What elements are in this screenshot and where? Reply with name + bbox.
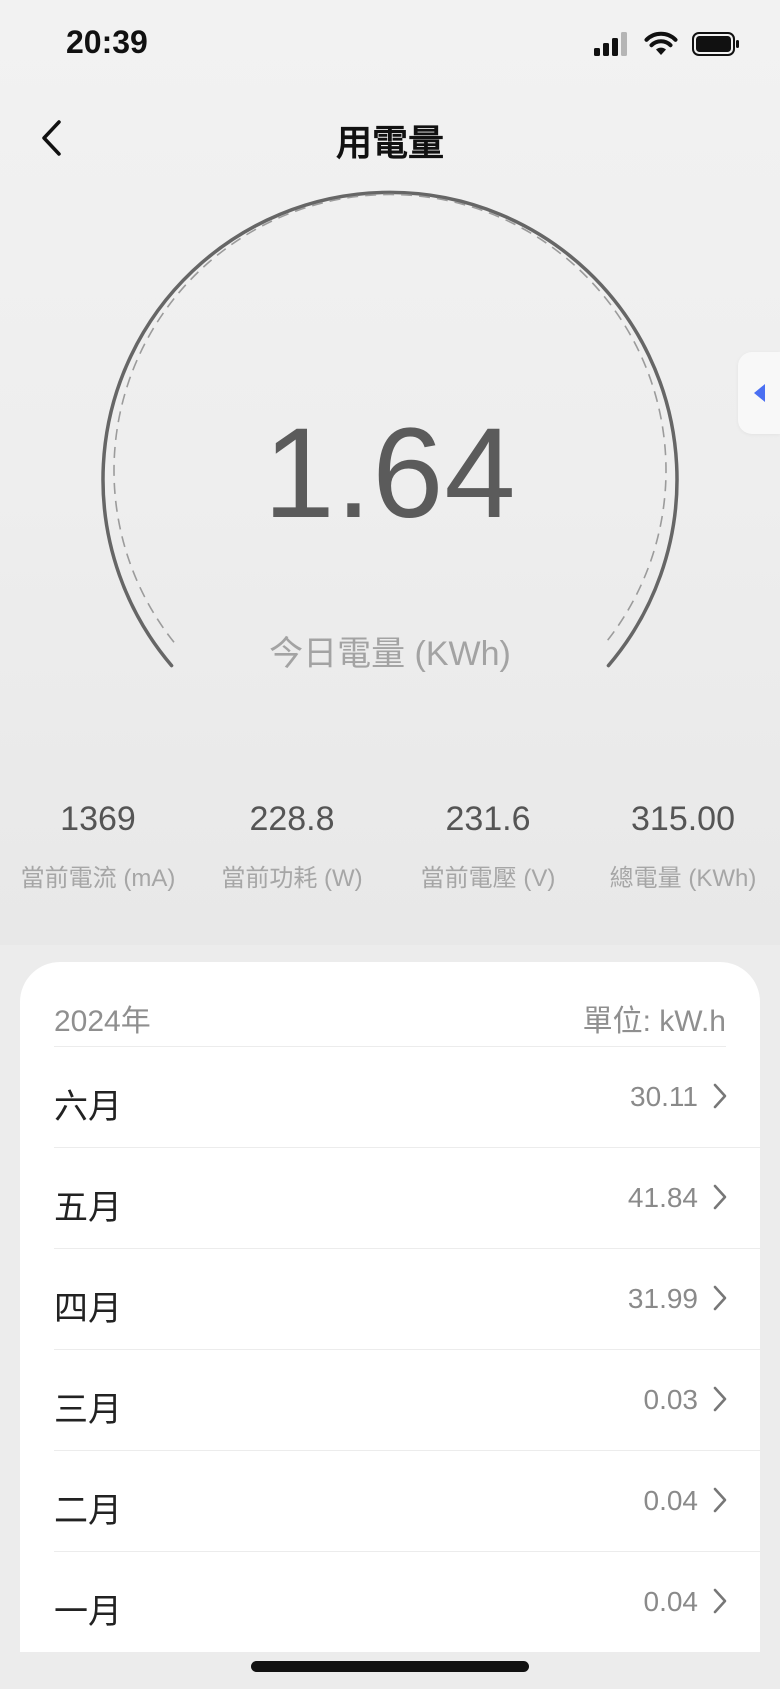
monthly-usage-card: 2024年 單位: kW.h 六月 30.11 五月 41.84 四月 31.9… xyxy=(20,962,760,1652)
month-row[interactable]: 二月 0.04 xyxy=(54,1451,760,1552)
month-value: 41.84 xyxy=(627,1182,698,1213)
stat-label: 當前功耗 (W) xyxy=(221,865,363,892)
month-value: 31.99 xyxy=(627,1283,698,1314)
stat-value: 231.6 xyxy=(445,800,531,838)
year-label: 2024年 xyxy=(54,1005,151,1038)
stat-value: 228.8 xyxy=(249,800,335,838)
chevron-right-icon xyxy=(713,1588,727,1614)
chevron-right-icon xyxy=(713,1285,727,1311)
month-value: 0.03 xyxy=(643,1384,699,1415)
stat-value: 1369 xyxy=(60,800,136,838)
month-label: 一月 xyxy=(54,1593,122,1631)
energy-gauge xyxy=(101,190,679,668)
month-label: 六月 xyxy=(54,1088,122,1126)
stat-current: 1369 當前電流 (mA) xyxy=(0,800,198,893)
month-value: 0.04 xyxy=(643,1485,699,1516)
card-header: 2024年 單位: kW.h xyxy=(54,962,726,1047)
month-row[interactable]: 四月 31.99 xyxy=(54,1249,760,1350)
month-row[interactable]: 一月 0.04 xyxy=(54,1552,760,1652)
today-energy-label: 今日電量 (KWh) xyxy=(269,635,511,673)
month-row[interactable]: 三月 0.03 xyxy=(54,1350,760,1451)
month-row[interactable]: 五月 41.84 xyxy=(54,1148,760,1249)
stat-total-energy: 315.00 總電量 (KWh) xyxy=(583,800,780,893)
month-label: 二月 xyxy=(54,1492,122,1530)
month-value: 30.11 xyxy=(630,1081,698,1112)
month-label: 三月 xyxy=(54,1391,122,1429)
chevron-right-icon xyxy=(713,1386,727,1412)
stat-label: 總電量 (KWh) xyxy=(609,865,757,892)
stat-label: 當前電流 (mA) xyxy=(20,865,176,892)
stat-voltage: 231.6 當前電壓 (V) xyxy=(388,800,588,893)
month-label: 五月 xyxy=(54,1189,122,1227)
month-value: 0.04 xyxy=(643,1586,699,1617)
chevron-right-icon xyxy=(713,1184,727,1210)
unit-label: 單位: kW.h xyxy=(582,1005,726,1038)
stat-power: 228.8 當前功耗 (W) xyxy=(192,800,392,893)
chevron-right-icon xyxy=(713,1083,727,1109)
month-row[interactable]: 六月 30.11 xyxy=(54,1047,760,1148)
stat-label: 當前電壓 (V) xyxy=(420,865,556,892)
stat-value: 315.00 xyxy=(631,800,735,838)
month-label: 四月 xyxy=(54,1290,122,1328)
home-indicator[interactable] xyxy=(251,1661,529,1672)
today-energy-value: 1.64 xyxy=(263,402,517,545)
chevron-right-icon xyxy=(713,1487,727,1513)
stats-row: 1369 當前電流 (mA) 228.8 當前功耗 (W) 231.6 當前電壓… xyxy=(0,800,780,900)
